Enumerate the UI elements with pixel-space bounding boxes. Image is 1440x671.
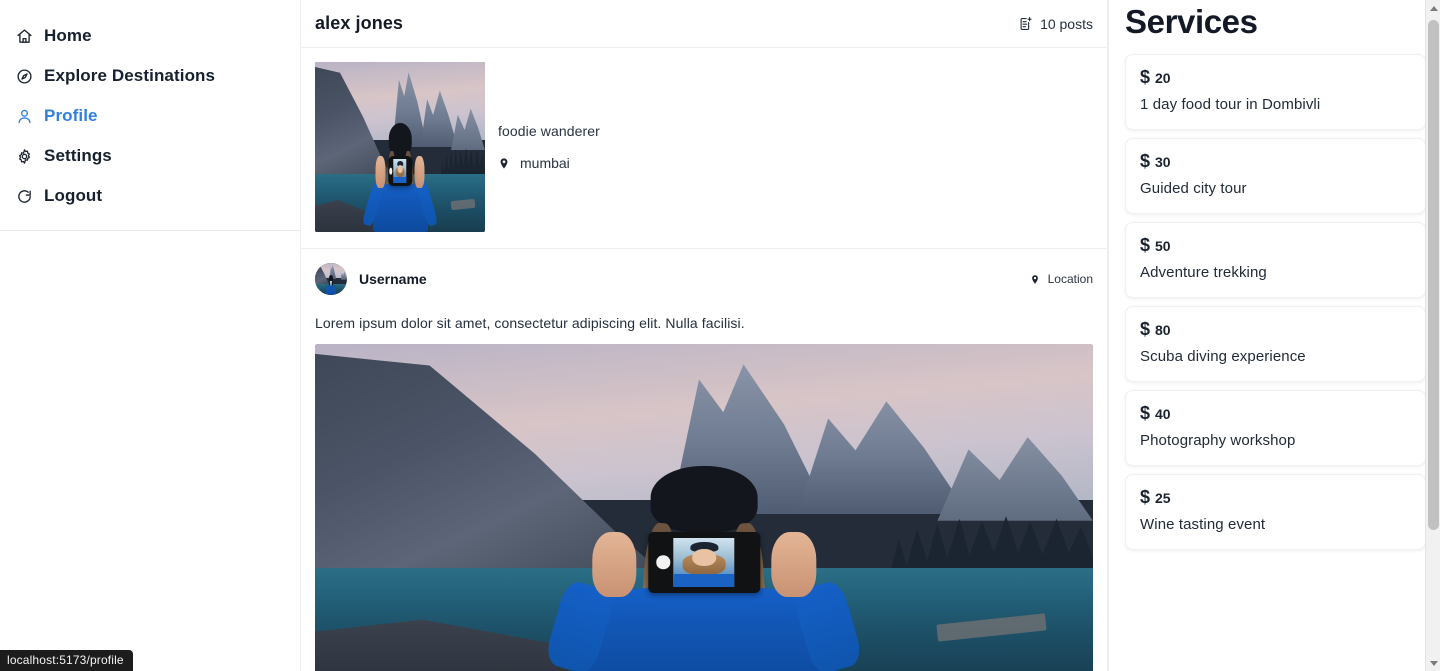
photo-art: [315, 263, 347, 295]
avatar: [315, 263, 347, 295]
scroll-down-arrow-icon[interactable]: [1426, 655, 1440, 671]
service-name: 1 day food tour in Dombivli: [1140, 95, 1321, 113]
profile-card: alex jones 10 posts foodie wanderer mumb…: [300, 0, 1108, 671]
sidebar-item-label: Home: [44, 26, 92, 45]
service-price: $ 40: [1140, 404, 1411, 422]
service-price: $ 50: [1140, 236, 1411, 254]
service-card[interactable]: $ 50 Adventure trekking: [1125, 221, 1426, 298]
profile-meta: foodie wanderer mumbai: [485, 123, 600, 171]
service-name: Scuba diving experience: [1140, 347, 1306, 365]
dollar-icon: $: [1140, 234, 1151, 255]
map-pin-icon: [498, 156, 510, 171]
service-name: Wine tasting event: [1140, 515, 1266, 533]
sidebar-item-explore-destinations[interactable]: Explore Destinations: [0, 56, 300, 96]
profile-location: mumbai: [498, 155, 600, 171]
service-price-value: 80: [1155, 321, 1171, 338]
dollar-icon: $: [1140, 318, 1151, 339]
service-card[interactable]: $ 30 Guided city tour: [1125, 137, 1426, 214]
post-username: Username: [359, 271, 427, 287]
page-scrollbar[interactable]: [1425, 0, 1440, 671]
scrollbar-thumb[interactable]: [1428, 20, 1439, 530]
post: Username Location Lorem ipsum dolor sit …: [301, 249, 1107, 671]
note-plus-icon: [1018, 16, 1033, 31]
service-price: $ 25: [1140, 488, 1411, 506]
dollar-icon: $: [1140, 402, 1151, 423]
service-name: Adventure trekking: [1140, 263, 1267, 281]
photo-art: [315, 344, 1093, 671]
sidebar-item-logout[interactable]: Logout: [0, 176, 300, 216]
service-price-value: 20: [1155, 69, 1171, 86]
service-price: $ 80: [1140, 320, 1411, 338]
sidebar-item-profile[interactable]: Profile: [0, 96, 300, 136]
sidebar-nav-list: Home Explore Destinations Profile Settin…: [0, 16, 300, 231]
profile-page: Home Explore Destinations Profile Settin…: [0, 0, 1440, 671]
service-card[interactable]: $ 40 Photography workshop: [1125, 389, 1426, 466]
post-location: Location: [1030, 272, 1093, 286]
service-name: Photography workshop: [1140, 431, 1296, 449]
photo-art: [315, 62, 485, 232]
service-price-value: 40: [1155, 405, 1171, 422]
post-author[interactable]: Username: [315, 263, 427, 295]
post-image[interactable]: [315, 344, 1093, 671]
service-price-value: 30: [1155, 153, 1171, 170]
service-card[interactable]: $ 80 Scuba diving experience: [1125, 305, 1426, 382]
dollar-icon: $: [1140, 150, 1151, 171]
sidebar-item-settings[interactable]: Settings: [0, 136, 300, 176]
service-price: $ 30: [1140, 152, 1411, 170]
dollar-icon: $: [1140, 66, 1151, 87]
profile-summary: foodie wanderer mumbai: [301, 48, 1107, 249]
sidebar-item-home[interactable]: Home: [0, 16, 300, 56]
logout-icon: [16, 188, 33, 205]
profile-location-label: mumbai: [520, 155, 570, 171]
scroll-up-arrow-icon[interactable]: [1426, 0, 1440, 16]
gear-icon: [16, 148, 33, 165]
sidebar: Home Explore Destinations Profile Settin…: [0, 0, 300, 671]
post-text: Lorem ipsum dolor sit amet, consectetur …: [315, 315, 745, 331]
service-name: Guided city tour: [1140, 179, 1247, 197]
profile-header: alex jones 10 posts: [301, 0, 1107, 48]
main-content: alex jones 10 posts foodie wanderer mumb…: [300, 0, 1108, 671]
user-icon: [16, 108, 33, 125]
service-price-value: 25: [1155, 489, 1171, 506]
sidebar-item-label: Profile: [44, 106, 98, 125]
posts-count[interactable]: 10 posts: [1018, 16, 1093, 32]
profile-bio: foodie wanderer: [498, 123, 600, 139]
post-header: Username Location: [315, 263, 1093, 295]
sidebar-item-label: Settings: [44, 146, 112, 165]
services-title: Services: [1125, 3, 1258, 40]
sidebar-item-label: Logout: [44, 186, 103, 205]
service-card[interactable]: $ 25 Wine tasting event: [1125, 473, 1426, 550]
profile-photo[interactable]: [315, 62, 485, 232]
compass-icon: [16, 68, 33, 85]
map-pin-icon: [1030, 273, 1040, 286]
service-price-value: 50: [1155, 237, 1171, 254]
services-panel: Services $ 20 1 day food tour in Dombivl…: [1108, 0, 1440, 671]
page-title: alex jones: [315, 13, 404, 33]
posts-count-label: 10 posts: [1040, 15, 1093, 32]
post-location-label: Location: [1047, 272, 1093, 286]
dollar-icon: $: [1140, 486, 1151, 507]
service-price: $ 20: [1140, 68, 1411, 86]
service-card[interactable]: $ 20 1 day food tour in Dombivli: [1125, 53, 1426, 130]
status-bar-url: localhost:5173/profile: [0, 650, 133, 671]
sidebar-item-label: Explore Destinations: [44, 66, 216, 85]
home-icon: [16, 28, 33, 45]
